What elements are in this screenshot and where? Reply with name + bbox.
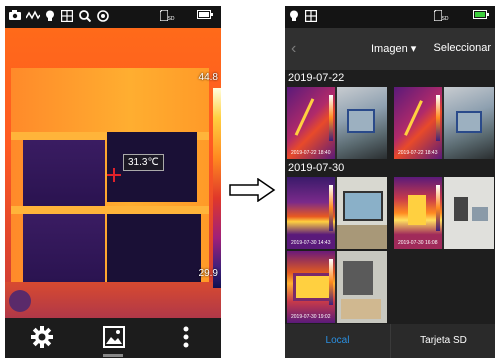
status-bar: SD [285, 6, 495, 28]
cool-panel-right-bottom [107, 214, 201, 282]
sd-card-icon: SD [157, 9, 177, 23]
tab-local[interactable]: Local [285, 324, 390, 358]
grid-icon [304, 9, 318, 23]
photo-thumbnail[interactable]: 2019-07-30 16:08 [394, 177, 494, 249]
photo-timestamp: 2019-07-30 19:02 [291, 314, 331, 320]
lightbulb-icon[interactable] [45, 10, 55, 23]
thermal-camera-screen: SD 44.8 29.9 31.3℃ [5, 6, 221, 358]
scale-min-label: 29.9 [198, 268, 218, 279]
date-header: 2019-07-30 [288, 162, 345, 174]
status-bar: SD [5, 6, 221, 28]
waveform-icon[interactable] [25, 10, 41, 23]
sd-card-icon: SD [431, 9, 451, 23]
spot-temperature: 31.3℃ [123, 154, 164, 171]
zoom-icon[interactable] [79, 10, 92, 23]
photo-timestamp: 2019-07-22 18:43 [398, 150, 438, 156]
settings-icon[interactable] [31, 326, 53, 348]
lightbulb-icon [289, 10, 299, 23]
select-button[interactable]: Seleccionar [434, 42, 491, 54]
photo-thumbnail[interactable]: 2019-07-22 18:43 [394, 87, 494, 159]
home-indicator [103, 354, 123, 357]
camera-bottom-bar [5, 318, 221, 358]
thermal-image[interactable]: 44.8 29.9 31.3℃ [5, 28, 221, 318]
photo-thumbnail[interactable]: 2019-07-30 19:02 [287, 251, 387, 323]
grid-icon[interactable] [60, 9, 74, 23]
chevron-down-icon: ▾ [410, 43, 417, 55]
scale-max-label: 44.8 [198, 72, 218, 83]
cold-spot [9, 290, 31, 312]
media-type-dropdown[interactable]: Imagen ▾ [371, 42, 416, 55]
battery-icon [473, 10, 489, 23]
battery-icon [197, 10, 213, 23]
gallery-header: ‹ Imagen ▾ Seleccionar [285, 28, 495, 70]
back-icon[interactable]: ‹ [291, 40, 296, 58]
tab-sd-card[interactable]: Tarjeta SD [390, 324, 495, 358]
gallery-screen: SD ‹ Imagen ▾ Seleccionar 2019-07-22 201… [285, 6, 495, 358]
photo-thumbnail[interactable]: 2019-07-30 14:43 [287, 177, 387, 249]
warm-stripe-lower [11, 206, 209, 214]
gallery-icon[interactable] [103, 326, 125, 348]
camera-icon[interactable] [9, 10, 21, 23]
temperature-scale-bar [213, 88, 221, 288]
date-header: 2019-07-22 [288, 72, 345, 84]
arrow-right-icon [229, 178, 276, 202]
photo-thumbnail[interactable]: 2019-07-22 18:40 [287, 87, 387, 159]
media-type-label: Imagen [371, 43, 408, 55]
sd-label: SD [167, 16, 175, 22]
photo-timestamp: 2019-07-22 18:40 [291, 150, 331, 156]
cool-panel-left-top [23, 140, 105, 206]
photo-timestamp: 2019-07-30 14:43 [291, 240, 331, 246]
floor-area [5, 282, 221, 318]
crosshair-icon [107, 168, 121, 182]
photo-timestamp: 2019-07-30 16:08 [398, 240, 438, 246]
cool-panel-left-bottom [23, 214, 105, 282]
sd-label: SD [441, 16, 449, 22]
target-icon[interactable] [97, 10, 109, 23]
more-icon[interactable] [175, 326, 197, 348]
storage-tabs: Local Tarjeta SD [285, 324, 495, 358]
